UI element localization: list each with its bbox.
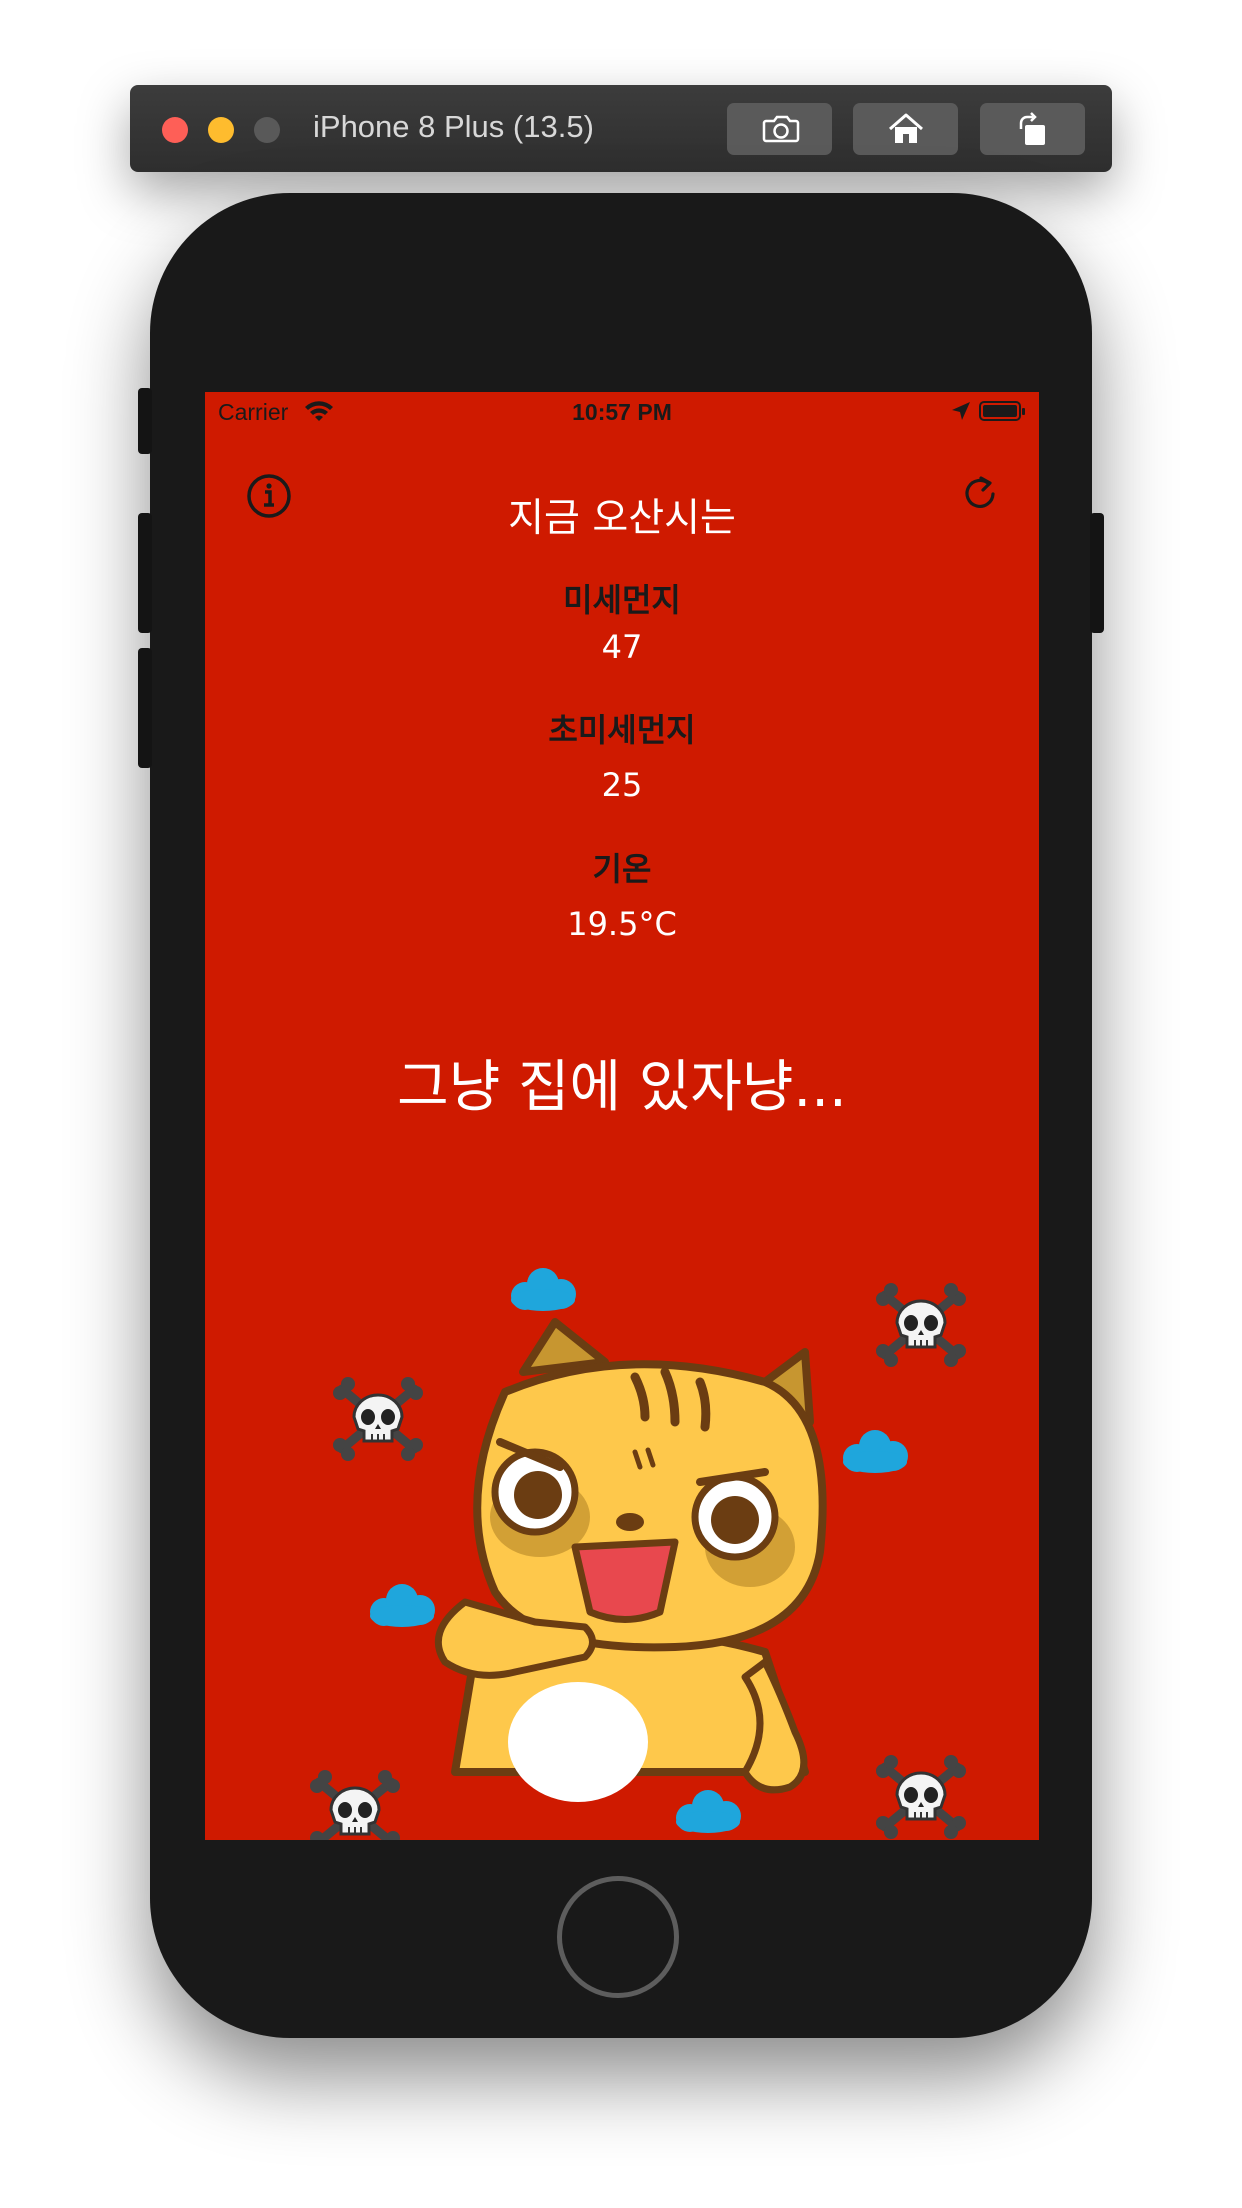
simulator-title-bar: iPhone 8 Plus (13.5) — [130, 85, 1112, 172]
volume-down-button — [138, 648, 152, 768]
rotate-icon — [1019, 112, 1045, 145]
app-screen: Carrier 10:57 PM 지금 오산시는 미세먼지 47 초미세먼지 2… — [205, 392, 1039, 1840]
battery-icon — [979, 401, 1025, 421]
simulator-title: iPhone 8 Plus (13.5) — [313, 109, 594, 144]
location-title: 지금 오산시는 — [508, 496, 736, 541]
angry-cat-illustration — [205, 1268, 1039, 1840]
home-button[interactable] — [557, 1876, 679, 1998]
ultrafine-dust-label: 초미세먼지 — [548, 711, 696, 749]
dust-cloud-icon — [511, 1268, 576, 1311]
ultrafine-dust-value: 25 — [601, 766, 643, 804]
status-time: 10:57 PM — [572, 399, 672, 425]
dust-cloud-icon — [676, 1790, 741, 1833]
skull-crossbones-icon — [310, 1770, 400, 1840]
fine-dust-label: 미세먼지 — [563, 581, 681, 619]
close-window-button[interactable] — [162, 117, 188, 143]
home-icon — [888, 113, 923, 143]
location-arrow-icon — [952, 402, 970, 420]
power-button — [1090, 513, 1104, 633]
skull-crossbones-icon — [876, 1283, 966, 1367]
rotate-button[interactable] — [980, 103, 1085, 155]
temperature-label: 기온 — [592, 850, 652, 888]
status-bar: Carrier 10:57 PM — [205, 392, 1039, 432]
recommendation-message: 그냥 집에 있자냥... — [397, 1055, 847, 1120]
screenshot-button[interactable] — [727, 103, 832, 155]
temperature-value: 19.5°C — [567, 905, 677, 943]
minimize-window-button[interactable] — [208, 117, 234, 143]
volume-up-button — [138, 513, 152, 633]
mute-switch — [138, 388, 152, 454]
zoom-window-button[interactable] — [254, 117, 280, 143]
home-sim-button[interactable] — [853, 103, 958, 155]
dust-cloud-icon — [370, 1584, 435, 1627]
skull-crossbones-icon — [333, 1377, 423, 1461]
cat-character — [434, 1318, 827, 1802]
skull-crossbones-icon — [876, 1755, 966, 1839]
camera-icon — [762, 115, 799, 143]
fine-dust-value: 47 — [601, 628, 643, 666]
dust-cloud-icon — [843, 1430, 908, 1473]
